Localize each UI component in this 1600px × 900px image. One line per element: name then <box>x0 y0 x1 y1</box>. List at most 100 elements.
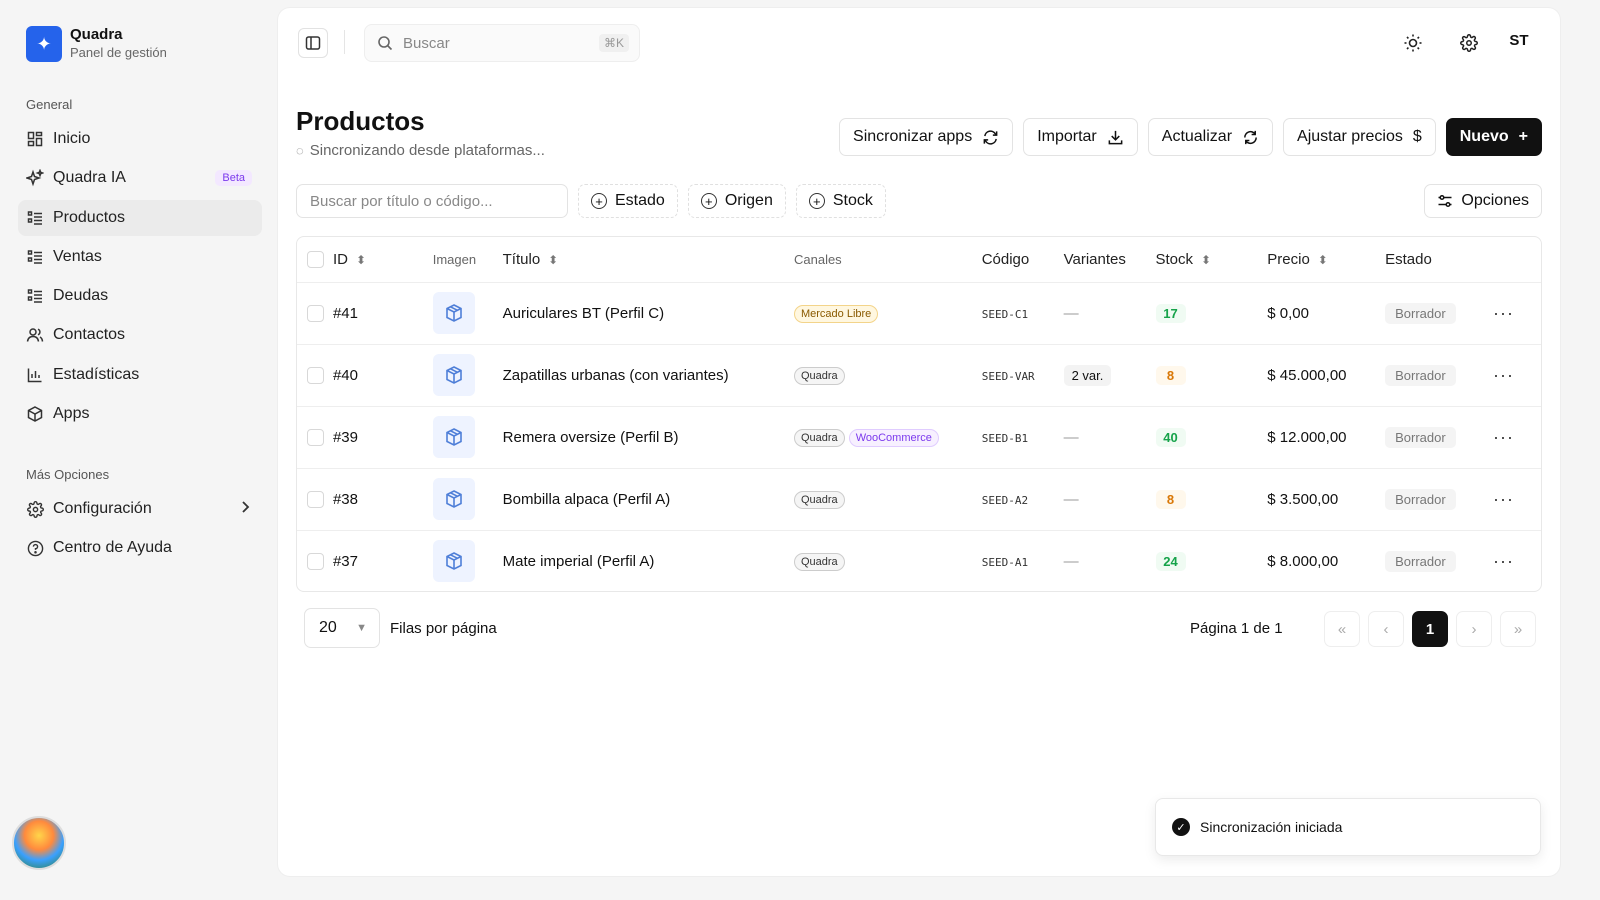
column-title-label: Título <box>502 250 541 268</box>
filter-stock[interactable]: + Stock <box>795 184 886 218</box>
adjust-prices-label: Ajustar precios <box>1297 128 1403 145</box>
sliders-icon <box>1438 194 1452 208</box>
product-title[interactable]: Auriculares BT (Perfil C) <box>503 282 794 344</box>
help-icon <box>26 539 44 557</box>
table-row[interactable]: #40 Zapatillas urbanas (con variantes) Q… <box>297 344 1541 406</box>
import-button[interactable]: Importar <box>1023 118 1138 156</box>
page-subtitle: ◌ Sincronizando desde plataformas... <box>296 142 545 159</box>
sync-apps-button[interactable]: Sincronizar apps <box>839 118 1014 156</box>
package-icon <box>432 292 475 334</box>
toggle-sidebar-button[interactable] <box>298 28 328 58</box>
product-title[interactable]: Mate imperial (Perfil A) <box>503 530 794 591</box>
product-id: #40 <box>332 366 358 384</box>
page-1-button[interactable]: 1 <box>1412 611 1448 647</box>
sidebar-item-label: Deudas <box>53 287 109 305</box>
topbar: Buscar ⌘K ST <box>296 24 1542 64</box>
search-icon <box>378 36 393 51</box>
main-panel: Buscar ⌘K ST Productos ◌ Sincronizando d… <box>278 8 1560 876</box>
product-search-input[interactable]: Buscar por título o código... <box>296 184 568 218</box>
column-header-channels: Canales <box>793 251 842 267</box>
row-actions-more-icon[interactable]: ··· <box>1493 551 1514 571</box>
last-page-button[interactable]: » <box>1500 611 1536 647</box>
sync-status-text: Sincronizando desde plataformas... <box>309 142 545 159</box>
sidebar-item-productos[interactable]: Productos <box>18 199 262 236</box>
row-checkbox[interactable] <box>307 553 324 571</box>
sidebar-item-apps[interactable]: Apps <box>18 396 262 432</box>
row-actions-more-icon[interactable]: ··· <box>1493 427 1514 447</box>
options-label: Opciones <box>1461 192 1529 209</box>
rows-per-page-select[interactable]: 20 ▼ <box>304 608 380 648</box>
sidebar-item-inicio[interactable]: Inicio <box>18 121 262 157</box>
filter-origen[interactable]: + Origen <box>687 184 786 218</box>
column-header-id[interactable]: ID ⬍ <box>333 237 433 282</box>
check-circle-icon: ✓ <box>1172 818 1190 836</box>
brand[interactable]: ✦ Quadra Panel de gestión <box>26 26 167 62</box>
sort-icon: ⬍ <box>1201 252 1211 267</box>
sidebar-item-centro-ayuda[interactable]: Centro de Ayuda <box>18 530 262 566</box>
product-id: #39 <box>332 428 358 446</box>
sidebar-item-ventas[interactable]: Ventas <box>18 239 262 275</box>
filter-estado[interactable]: + Estado <box>578 184 678 218</box>
sidebar-item-estadisticas[interactable]: Estadísticas <box>18 357 262 393</box>
user-menu-button[interactable]: ST <box>1504 32 1534 49</box>
user-avatar[interactable] <box>12 816 66 870</box>
adjust-prices-button[interactable]: Ajustar precios $ <box>1283 118 1436 156</box>
pagination-controls: « ‹ 1 › » <box>1324 611 1536 647</box>
row-checkbox[interactable] <box>307 490 324 508</box>
settings-button[interactable] <box>1456 30 1482 56</box>
list-icon <box>26 287 44 305</box>
divider <box>344 30 345 54</box>
page-info: Página 1 de 1 <box>1190 620 1283 637</box>
table-row[interactable]: #37 Mate imperial (Perfil A) Quadra SEED… <box>297 530 1541 591</box>
sort-icon: ⬍ <box>548 252 558 267</box>
import-label: Importar <box>1037 128 1097 145</box>
row-checkbox[interactable] <box>307 428 324 446</box>
sidebar-item-quadra-ia[interactable]: Quadra IA Beta <box>18 160 262 196</box>
refresh-button[interactable]: Actualizar <box>1147 118 1274 156</box>
section-label-mas-opciones: Más Opciones <box>26 467 110 482</box>
sidebar-item-label: Ventas <box>53 247 102 265</box>
product-title[interactable]: Zapatillas urbanas (con variantes) <box>503 344 794 406</box>
sidebar-item-contactos[interactable]: Contactos <box>18 317 262 353</box>
new-label: Nuevo <box>1459 128 1509 145</box>
stock-value: 17 <box>1155 303 1186 323</box>
sidebar-nav: Inicio Quadra IA Beta Productos Ventas D… <box>18 121 262 435</box>
product-title[interactable]: Bombilla alpaca (Perfil A) <box>503 468 794 530</box>
options-button[interactable]: Opciones <box>1424 184 1542 218</box>
row-actions-more-icon[interactable]: ··· <box>1493 489 1514 509</box>
sidebar-item-configuracion[interactable]: Configuración <box>18 491 262 527</box>
new-product-button[interactable]: Nuevo + <box>1445 118 1542 156</box>
double-chevron-right-icon: » <box>1513 620 1523 638</box>
column-header-price[interactable]: Precio ⬍ <box>1267 237 1385 282</box>
price-value: $ 45.000,00 <box>1267 366 1347 384</box>
chevron-right-icon <box>240 500 250 518</box>
sidebar-toggle-icon <box>305 36 321 50</box>
table-row[interactable]: #41 Auriculares BT (Perfil C) Mercado Li… <box>297 282 1541 344</box>
product-title[interactable]: Remera oversize (Perfil B) <box>503 406 794 468</box>
refresh-icon <box>1244 130 1257 144</box>
stock-value: 24 <box>1155 551 1186 571</box>
page-actions: Sincronizar apps Importar Actualizar Aju… <box>839 118 1542 156</box>
row-checkbox[interactable] <box>307 304 324 322</box>
search-input[interactable]: Buscar ⌘K <box>364 24 640 62</box>
sidebar-item-deudas[interactable]: Deudas <box>18 278 262 314</box>
product-code: SEED-VAR <box>981 369 1035 383</box>
row-checkbox[interactable] <box>307 366 324 384</box>
select-all-checkbox[interactable] <box>307 251 324 269</box>
product-id: #37 <box>332 552 358 570</box>
prev-page-button[interactable]: ‹ <box>1368 611 1404 647</box>
row-actions-more-icon[interactable]: ··· <box>1493 303 1514 323</box>
table-header-row: ID ⬍ Imagen Título ⬍ Canales Código Varian… <box>297 237 1541 282</box>
product-id: #38 <box>332 490 358 508</box>
filter-stock-label: Stock <box>832 192 873 209</box>
theme-toggle-button[interactable] <box>1400 30 1426 56</box>
download-icon <box>1108 130 1123 144</box>
table-row[interactable]: #39 Remera oversize (Perfil B) Quadra Woo… <box>297 406 1541 468</box>
table-row[interactable]: #38 Bombilla alpaca (Perfil A) Quadra SE… <box>297 468 1541 530</box>
column-header-stock[interactable]: Stock ⬍ <box>1156 237 1268 282</box>
next-page-button[interactable]: › <box>1456 611 1492 647</box>
sparkles-icon <box>26 169 44 187</box>
column-header-title[interactable]: Título ⬍ <box>503 237 794 282</box>
row-actions-more-icon[interactable]: ··· <box>1493 365 1514 385</box>
first-page-button[interactable]: « <box>1324 611 1360 647</box>
